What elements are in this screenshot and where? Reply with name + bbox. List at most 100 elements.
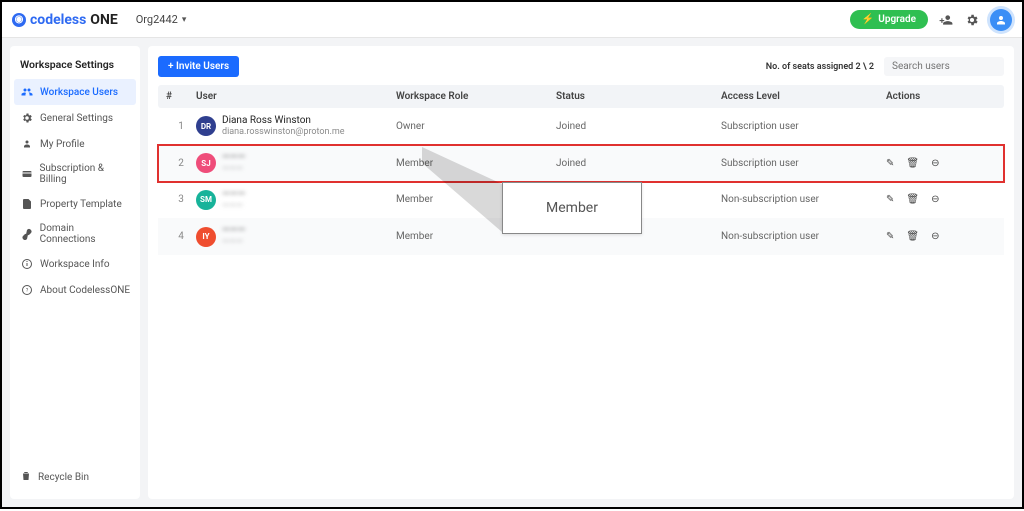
user-avatar-icon: DR (196, 116, 216, 136)
access-cell: Non-subscription user (721, 231, 886, 242)
role-cell: Member (396, 231, 556, 242)
seats-assigned-text: No. of seats assigned 2 \ 2 (766, 62, 874, 72)
user-name: ——— (222, 152, 245, 164)
user-email: ——— (222, 164, 245, 175)
sidebar-item-workspace-users[interactable]: Workspace Users (14, 79, 136, 105)
access-cell: Non-subscription user (721, 194, 886, 205)
upgrade-button[interactable]: ⚡ Upgrade (850, 10, 928, 29)
brand-text-1: codeless (30, 12, 86, 28)
brand-logo[interactable]: ◉ codelessONE (12, 12, 118, 28)
billing-icon (20, 167, 33, 181)
table-row: 1DR Diana Ross Winstondiana.rosswinston@p… (158, 108, 1004, 145)
sidebar-item-workspace-info[interactable]: Workspace Info (10, 251, 140, 277)
profile-icon (20, 137, 34, 151)
settings-icon (20, 111, 34, 125)
bolt-icon: ⚡ (862, 14, 874, 25)
user-avatar[interactable] (990, 9, 1012, 31)
role-cell: Member (396, 158, 556, 169)
actions-cell: ✎ 🗑 ⊖ (886, 194, 996, 205)
sidebar-item-label: Subscription & Billing (39, 163, 130, 185)
sidebar-item-label: About CodelessONE (40, 285, 130, 296)
about-icon: ? (20, 283, 34, 297)
user-cell: SM —————— (196, 189, 396, 212)
col-status: Status (556, 91, 721, 102)
col-actions: Actions (886, 91, 996, 102)
brand-text-2: ONE (90, 12, 117, 28)
col-user: User (196, 91, 396, 102)
user-name: Diana Ross Winston (222, 115, 345, 127)
status-cell: Joined (556, 121, 721, 132)
edit-icon[interactable]: ✎ (886, 231, 894, 242)
add-user-icon[interactable] (938, 12, 954, 28)
sidebar-item-general-settings[interactable]: General Settings (10, 105, 140, 131)
recycle-label: Recycle Bin (38, 472, 89, 483)
delete-icon[interactable]: 🗑 (906, 194, 919, 205)
template-icon (20, 197, 34, 211)
col-access: Access Level (721, 91, 886, 102)
user-avatar-icon: SM (196, 190, 216, 210)
table-row: 4IY —————— Member Non-subscription user✎ 🗑 ⊖ (158, 218, 1004, 255)
sidebar-item-property-template[interactable]: Property Template (10, 191, 140, 217)
remove-icon[interactable]: ⊖ (931, 231, 939, 242)
user-avatar-icon: SJ (196, 153, 216, 173)
sidebar-item-label: Property Template (40, 199, 122, 210)
table-row: 3SM —————— MembertationNon-subscription us… (158, 182, 1004, 219)
actions-cell: ✎ 🗑 ⊖ (886, 231, 996, 242)
table-row: 2SJ —————— MemberJoinedSubscription user✎ 🗑… (158, 145, 1004, 182)
users-icon (20, 85, 34, 99)
info-icon (20, 257, 34, 271)
sidebar-item-label: General Settings (40, 113, 113, 124)
sidebar-item-label: Workspace Users (40, 87, 118, 98)
sidebar-item-label: My Profile (40, 139, 85, 150)
user-name: ——— (222, 189, 245, 201)
sidebar-item-label: Workspace Info (40, 259, 110, 270)
remove-icon[interactable]: ⊖ (931, 194, 939, 205)
sidebar-item-about[interactable]: ? About CodelessONE (10, 277, 140, 303)
sidebar-item-subscription-billing[interactable]: Subscription & Billing (10, 157, 140, 191)
delete-icon[interactable]: 🗑 (906, 158, 919, 169)
col-role: Workspace Role (396, 91, 556, 102)
main-panel: + Invite Users No. of seats assigned 2 \… (148, 46, 1014, 499)
user-cell: DR Diana Ross Winstondiana.rosswinston@pr… (196, 115, 396, 138)
sidebar-item-domain-connections[interactable]: Domain Connections (10, 217, 140, 251)
status-cell: Joined (556, 158, 721, 169)
search-input[interactable] (884, 57, 1004, 76)
row-index: 2 (166, 158, 196, 169)
recycle-bin[interactable]: Recycle Bin (10, 464, 140, 491)
delete-icon[interactable]: 🗑 (906, 231, 919, 242)
col-index: # (166, 91, 196, 102)
link-icon (20, 227, 34, 241)
user-name: ——— (222, 225, 245, 237)
sidebar: Workspace Settings Workspace Users Gener… (10, 46, 140, 499)
caret-down-icon: ▾ (182, 15, 187, 25)
user-cell: SJ —————— (196, 152, 396, 175)
edit-icon[interactable]: ✎ (886, 194, 894, 205)
sidebar-item-label: Domain Connections (40, 223, 130, 245)
remove-icon[interactable]: ⊖ (931, 158, 939, 169)
user-email: diana.rosswinston@proton.me (222, 127, 345, 138)
actions-cell: ✎ 🗑 ⊖ (886, 158, 996, 169)
row-index: 1 (166, 121, 196, 132)
user-email: ——— (222, 201, 245, 212)
brand-mark-icon: ◉ (12, 13, 26, 27)
row-index: 3 (166, 194, 196, 205)
org-picker[interactable]: Org2442 ▾ (136, 13, 187, 26)
table-header: # User Workspace Role Status Access Leve… (158, 85, 1004, 108)
sidebar-title: Workspace Settings (10, 54, 140, 79)
gear-icon[interactable] (964, 12, 980, 28)
invite-users-button[interactable]: + Invite Users (158, 56, 239, 77)
access-cell: Subscription user (721, 158, 886, 169)
sidebar-item-my-profile[interactable]: My Profile (10, 131, 140, 157)
role-cell: Member (396, 194, 556, 205)
user-cell: IY —————— (196, 225, 396, 248)
upgrade-label: Upgrade (878, 14, 916, 25)
svg-text:?: ? (26, 288, 29, 294)
user-avatar-icon: IY (196, 227, 216, 247)
org-name: Org2442 (136, 13, 178, 26)
role-cell: Owner (396, 121, 556, 132)
edit-icon[interactable]: ✎ (886, 158, 894, 169)
access-cell: Subscription user (721, 121, 886, 132)
user-email: ——— (222, 237, 245, 248)
status-cell[interactable]: tation (556, 194, 721, 205)
row-index: 4 (166, 231, 196, 242)
